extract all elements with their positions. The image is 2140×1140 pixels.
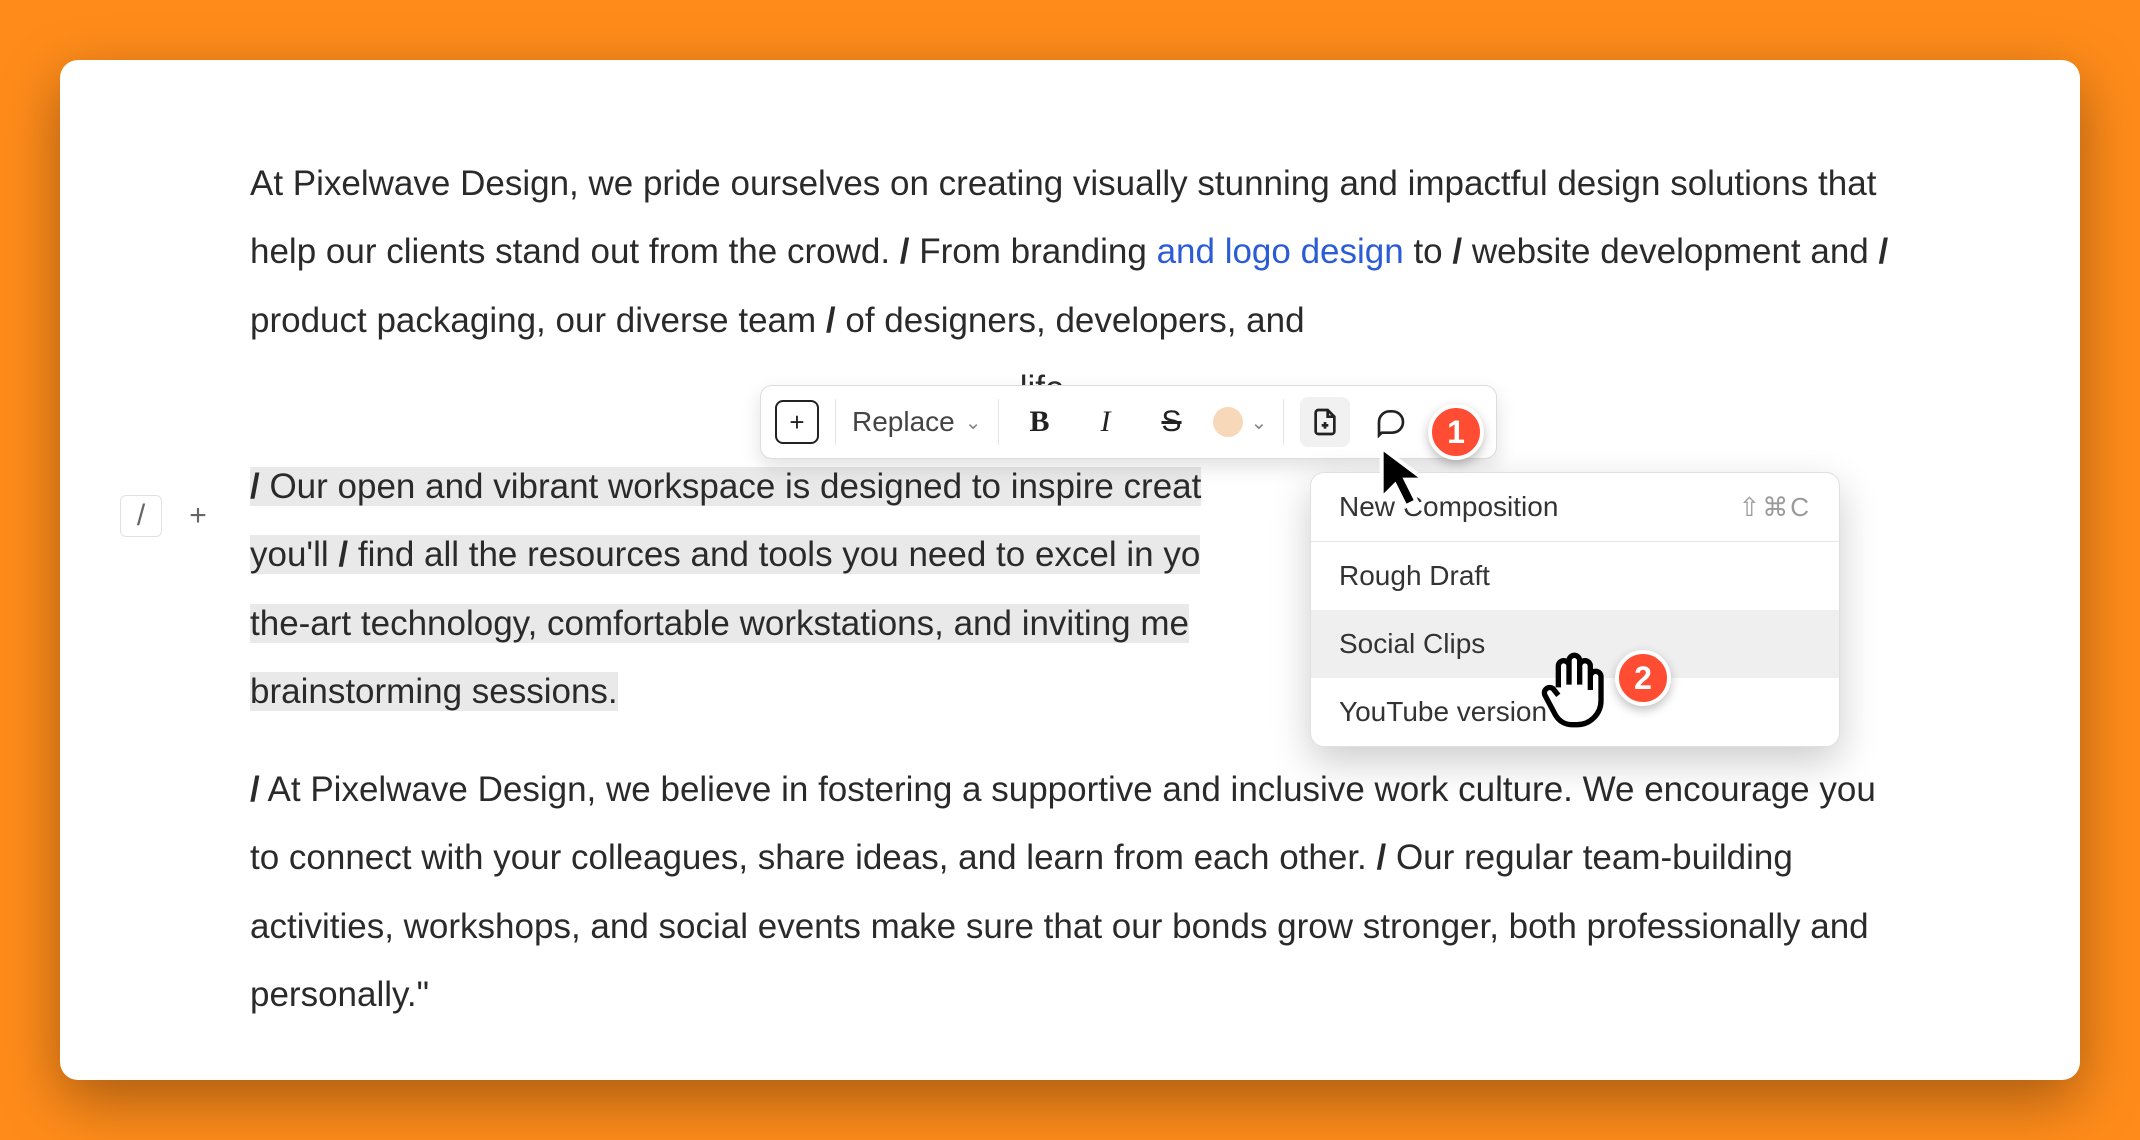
text: of designers, developers, and: [836, 301, 1305, 340]
comment-button[interactable]: [1366, 397, 1416, 447]
annotation-badge-2: 2: [1615, 650, 1671, 706]
segment-marker: /: [338, 535, 348, 574]
document-editor: At Pixelwave Design, we pride ourselves …: [60, 60, 2080, 1080]
block-menu-handle[interactable]: /: [120, 495, 162, 537]
segment-marker: /: [900, 232, 910, 271]
text: the-art technology, comfortable workstat…: [250, 604, 1189, 643]
menu-label: YouTube version: [1339, 696, 1547, 728]
link-logo-design[interactable]: and logo design: [1147, 232, 1414, 271]
bold-button[interactable]: B: [1015, 397, 1065, 447]
add-button[interactable]: +: [775, 400, 819, 444]
highlight-color-dropdown[interactable]: ⌄: [1213, 397, 1268, 447]
annotation-badge-1: 1: [1428, 404, 1484, 460]
segment-marker: /: [826, 301, 836, 340]
text: Our open and vibrant workspace is design…: [260, 467, 1202, 506]
text: website development and: [1462, 232, 1878, 271]
segment-marker: /: [1452, 232, 1462, 271]
cursor-arrow-icon: [1375, 445, 1431, 514]
divider: [1283, 399, 1284, 445]
text: find all the resources and tools you nee…: [348, 535, 1200, 574]
chevron-down-icon: ⌄: [965, 410, 982, 435]
color-swatch-icon: [1213, 407, 1243, 437]
segment-marker: /: [250, 467, 260, 506]
segment-marker: /: [250, 770, 260, 809]
segment-marker: /: [1879, 232, 1889, 271]
new-composition-button[interactable]: [1300, 397, 1350, 447]
file-plus-icon: [1309, 406, 1341, 438]
text: From branding: [910, 232, 1147, 271]
cursor-hand-icon: [1538, 650, 1608, 735]
keyboard-shortcut: ⇧⌘C: [1738, 492, 1811, 523]
add-block-handle[interactable]: +: [177, 495, 219, 537]
segment-marker: /: [1377, 838, 1387, 877]
text: to: [1413, 232, 1452, 271]
divider: [998, 399, 999, 445]
text: you'll: [250, 535, 338, 574]
italic-button[interactable]: I: [1081, 397, 1131, 447]
paragraph-3[interactable]: / At Pixelwave Design, we believe in fos…: [250, 756, 1890, 1029]
menu-label: New Composition: [1339, 491, 1558, 523]
strikethrough-button[interactable]: S: [1147, 397, 1197, 447]
replace-dropdown[interactable]: Replace ⌄: [852, 397, 982, 447]
menu-label: Rough Draft: [1339, 560, 1490, 592]
replace-label: Replace: [852, 406, 955, 438]
text: product packaging, our diverse team: [250, 301, 826, 340]
menu-item-rough-draft[interactable]: Rough Draft: [1311, 542, 1839, 610]
chevron-down-icon: ⌄: [1251, 410, 1268, 435]
divider: [835, 399, 836, 445]
menu-label: Social Clips: [1339, 628, 1485, 660]
text: brainstorming sessions.: [250, 672, 618, 711]
paragraph-1[interactable]: At Pixelwave Design, we pride ourselves …: [250, 150, 1890, 423]
comment-icon: [1375, 406, 1407, 438]
